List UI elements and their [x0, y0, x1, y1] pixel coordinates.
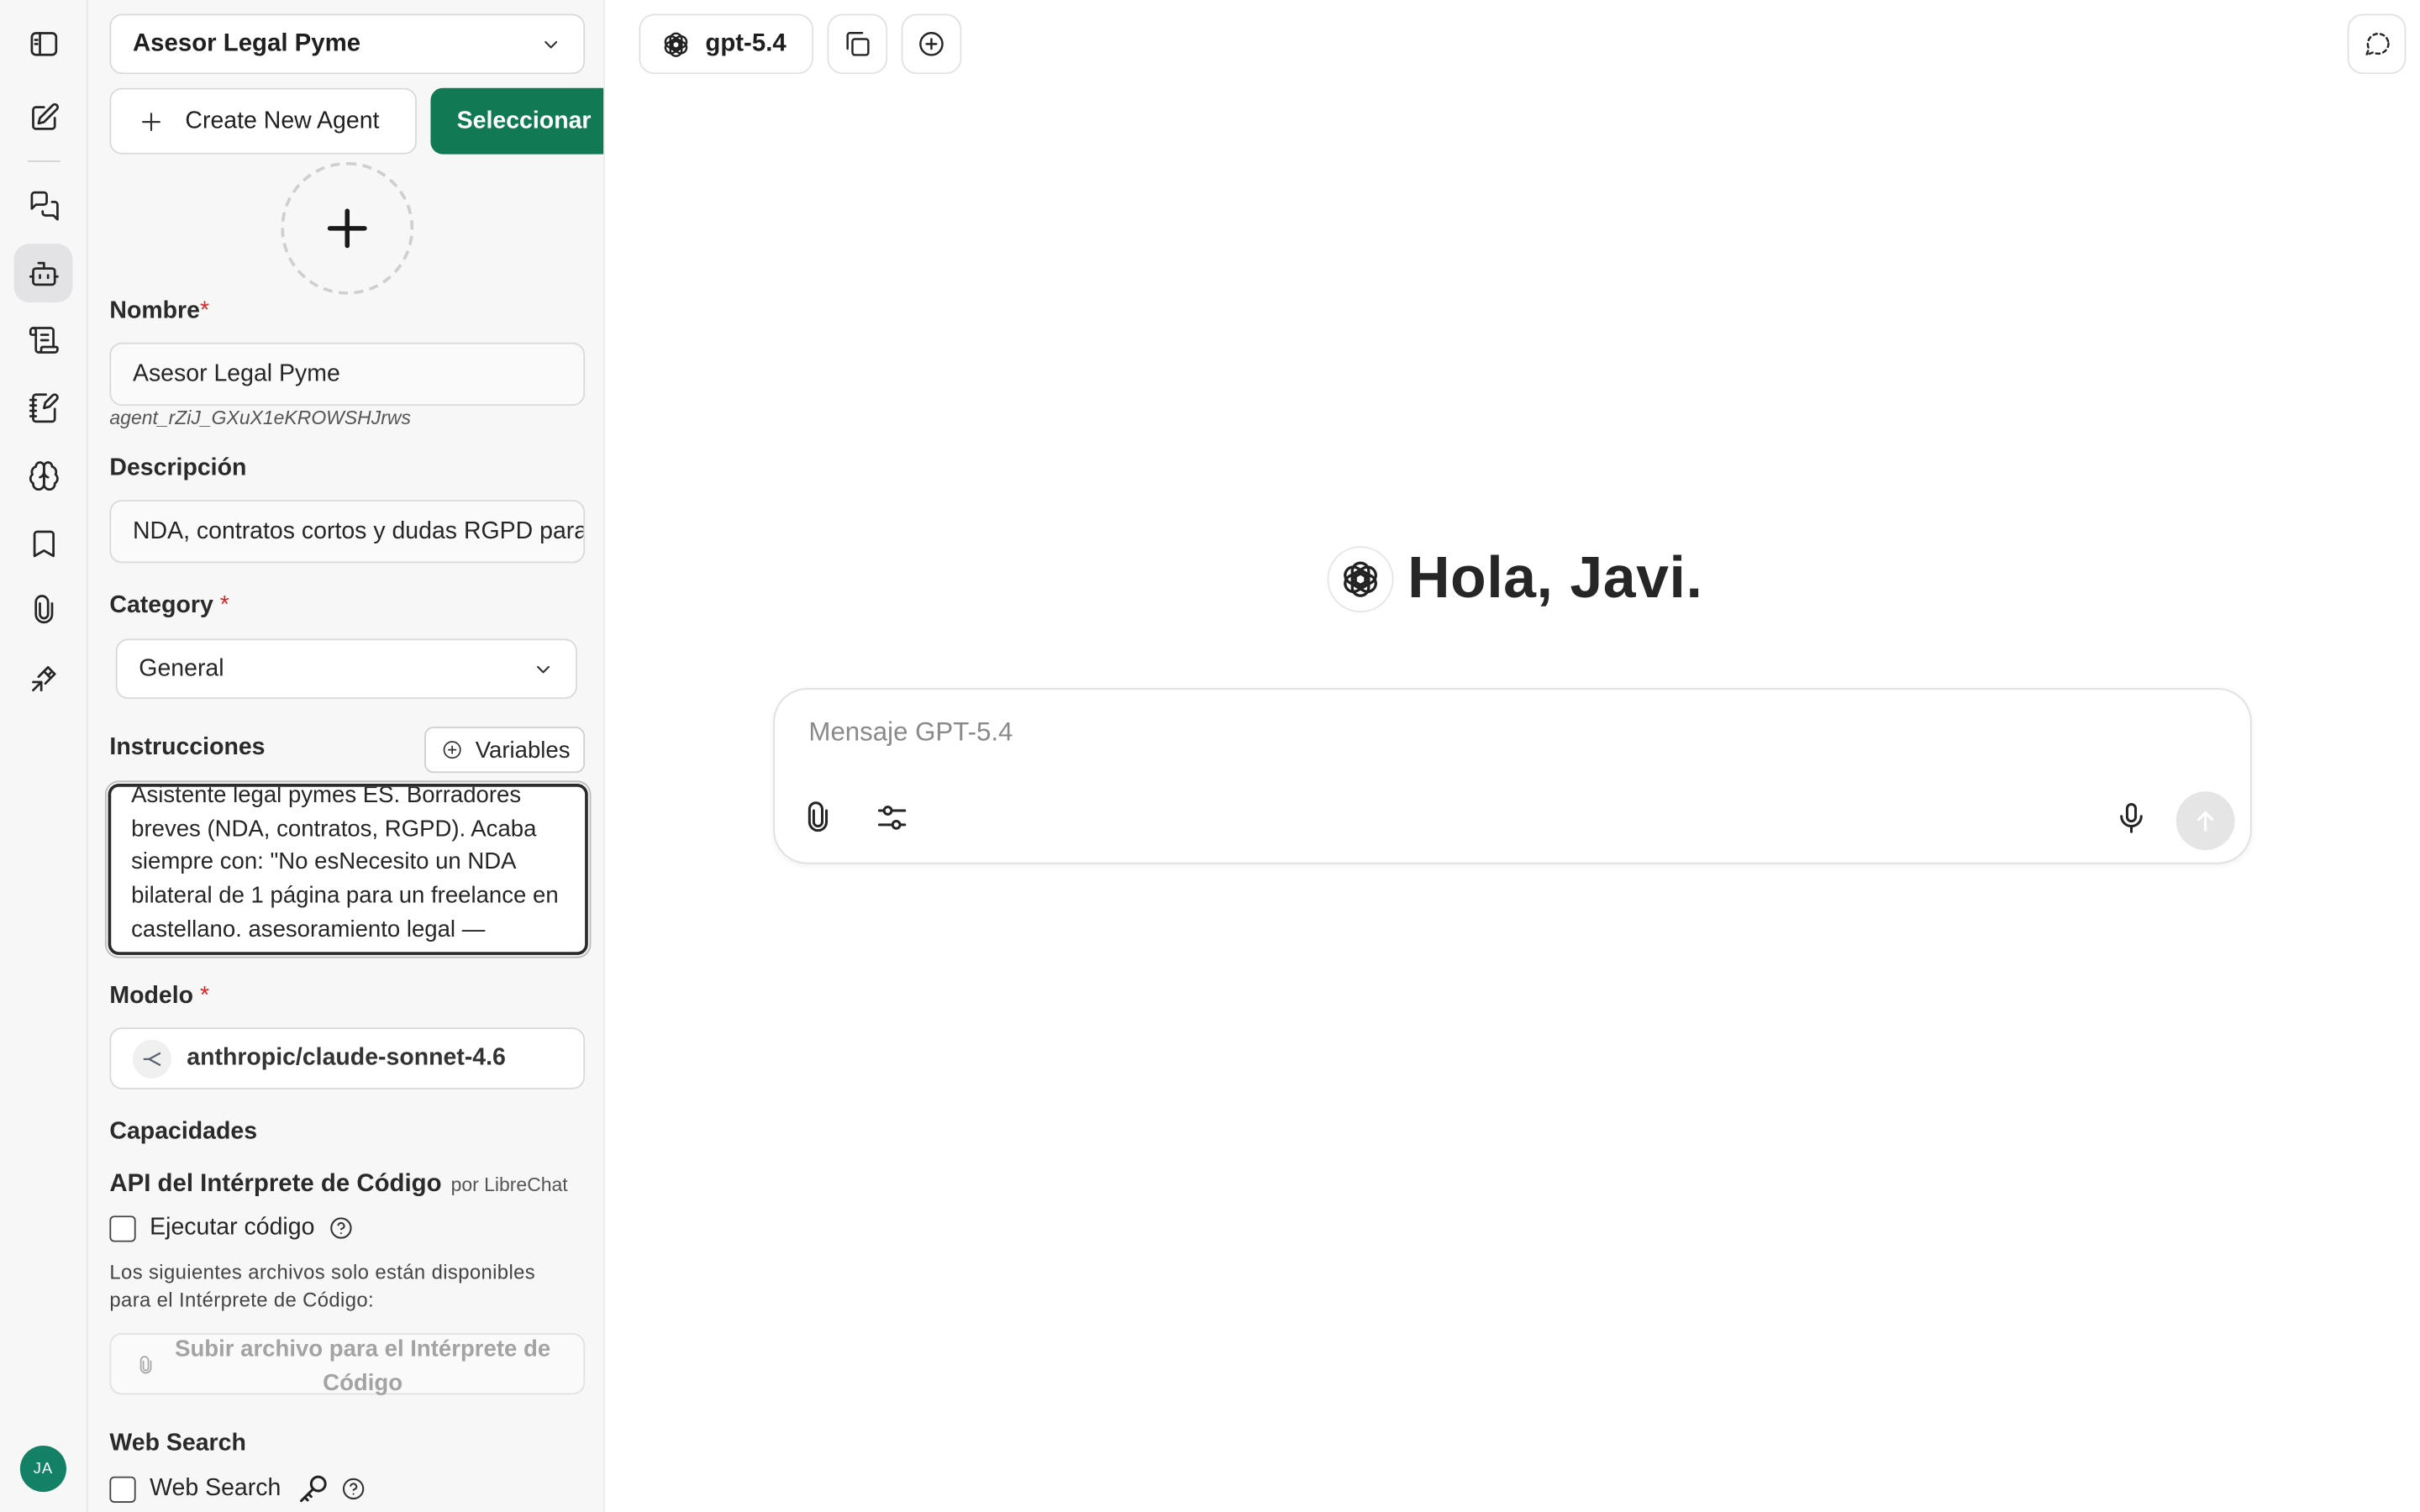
send-button[interactable]	[2175, 791, 2235, 851]
attach-icon[interactable]	[14, 580, 73, 639]
greeting-text: Hola, Javi.	[1407, 546, 1703, 612]
web-search-title: Web Search	[109, 1430, 246, 1457]
model-selector[interactable]: anthropic/claude-sonnet-4.6	[109, 1027, 586, 1089]
dashed-chat-icon	[2365, 33, 2389, 56]
left-rail: JA	[0, 0, 88, 1512]
chats-icon[interactable]	[14, 176, 73, 234]
category-label: Category *	[109, 592, 229, 619]
run-code-label: Ejecutar código	[150, 1214, 315, 1241]
web-search-label: Web Search	[150, 1474, 281, 1502]
variables-label: Variables	[475, 737, 571, 764]
create-new-agent-button[interactable]: Create New Agent	[109, 87, 417, 155]
agents-icon[interactable]	[13, 244, 73, 302]
instructions-textarea[interactable]: Asistente legal pymes ES. Borradores bre…	[104, 780, 592, 958]
category-select[interactable]: General	[115, 638, 577, 700]
name-label: Nombre*	[109, 297, 210, 324]
upload-label: Subir archivo para el Intérprete de Códi…	[175, 1336, 551, 1397]
tools-icon[interactable]	[14, 648, 73, 706]
message-input[interactable]: Mensaje GPT-5.4	[808, 717, 1013, 748]
files-note: Los siguientes archivos solo están dispo…	[109, 1260, 536, 1311]
plus-circle-icon	[441, 739, 463, 761]
openai-icon	[664, 31, 688, 57]
name-input[interactable]: Asesor Legal Pyme	[109, 342, 586, 407]
settings-sliders-icon[interactable]	[875, 801, 908, 834]
message-composer[interactable]: Mensaje GPT-5.4	[773, 688, 2252, 864]
chat-main: gpt-5.4 Hola, Javi. Mensaje GPT-5.4	[604, 0, 2420, 1512]
agent-selector-label: Asesor Legal Pyme	[132, 29, 361, 57]
copy-icon	[846, 32, 870, 56]
arrow-up-icon	[2196, 811, 2214, 832]
web-search-row: Web Search	[109, 1472, 366, 1505]
sidebar-toggle-icon[interactable]	[14, 14, 73, 73]
upload-code-file-button[interactable]: Subir archivo para el Intérprete de Códi…	[109, 1332, 586, 1396]
chevron-down-icon	[533, 659, 555, 680]
brain-icon[interactable]	[14, 446, 73, 505]
select-agent-button[interactable]: Seleccionar	[430, 87, 604, 155]
paperclip-icon	[136, 1353, 156, 1378]
provider-icon	[132, 1039, 171, 1078]
chevron-down-icon	[540, 34, 562, 55]
description-input[interactable]: NDA, contratos cortos y dudas RGPD para …	[109, 500, 586, 564]
agent-selector[interactable]: Asesor Legal Pyme	[109, 13, 586, 75]
memory-edit-icon[interactable]	[14, 378, 73, 437]
description-label: Descripción	[109, 454, 247, 482]
add-model-button[interactable]	[901, 13, 962, 75]
microphone-icon[interactable]	[2114, 801, 2148, 834]
plus-circle-icon	[919, 32, 944, 56]
agent-avatar-upload[interactable]	[281, 161, 414, 295]
greeting: Hola, Javi.	[1327, 546, 1703, 613]
prompts-icon[interactable]	[14, 310, 73, 369]
instructions-text: Asistente legal pymes ES. Borradores bre…	[131, 784, 559, 942]
help-icon[interactable]	[329, 1215, 353, 1240]
variables-button[interactable]: Variables	[424, 727, 586, 774]
attach-file-icon[interactable]	[801, 801, 834, 834]
agent-id: agent_rZiJ_GXuX1eKROWSHJrws	[109, 407, 411, 429]
help-icon[interactable]	[341, 1477, 366, 1501]
web-search-checkbox[interactable]	[109, 1475, 136, 1503]
new-chat-icon[interactable]	[14, 88, 73, 147]
run-code-checkbox[interactable]	[109, 1215, 136, 1242]
run-code-row: Ejecutar código	[109, 1214, 353, 1242]
model-name: gpt-5.4	[705, 29, 786, 57]
user-avatar[interactable]: JA	[19, 1445, 66, 1493]
category-value: General	[139, 654, 224, 681]
plus-icon	[327, 208, 367, 249]
model-value: anthropic/claude-sonnet-4.6	[187, 1044, 506, 1071]
bookmark-icon[interactable]	[14, 514, 73, 573]
capabilities-label: Capacidades	[109, 1118, 258, 1145]
rail-divider	[28, 160, 60, 162]
temporary-chat-button[interactable]	[2347, 13, 2407, 75]
code-api-title: API del Intérprete de Código por LibreCha…	[109, 1171, 568, 1198]
create-new-agent-label: Create New Agent	[185, 107, 380, 134]
model-switcher[interactable]: gpt-5.4	[639, 13, 813, 75]
agent-builder-panel: Asesor Legal Pyme Create New Agent Selec…	[87, 0, 605, 1512]
openai-logo-icon	[1327, 546, 1394, 613]
model-label: Modelo *	[109, 982, 210, 1010]
instructions-label: Instrucciones	[109, 734, 266, 761]
key-icon[interactable]	[297, 1472, 330, 1505]
copy-conversation-button[interactable]	[827, 13, 888, 75]
plus-icon	[139, 108, 163, 133]
